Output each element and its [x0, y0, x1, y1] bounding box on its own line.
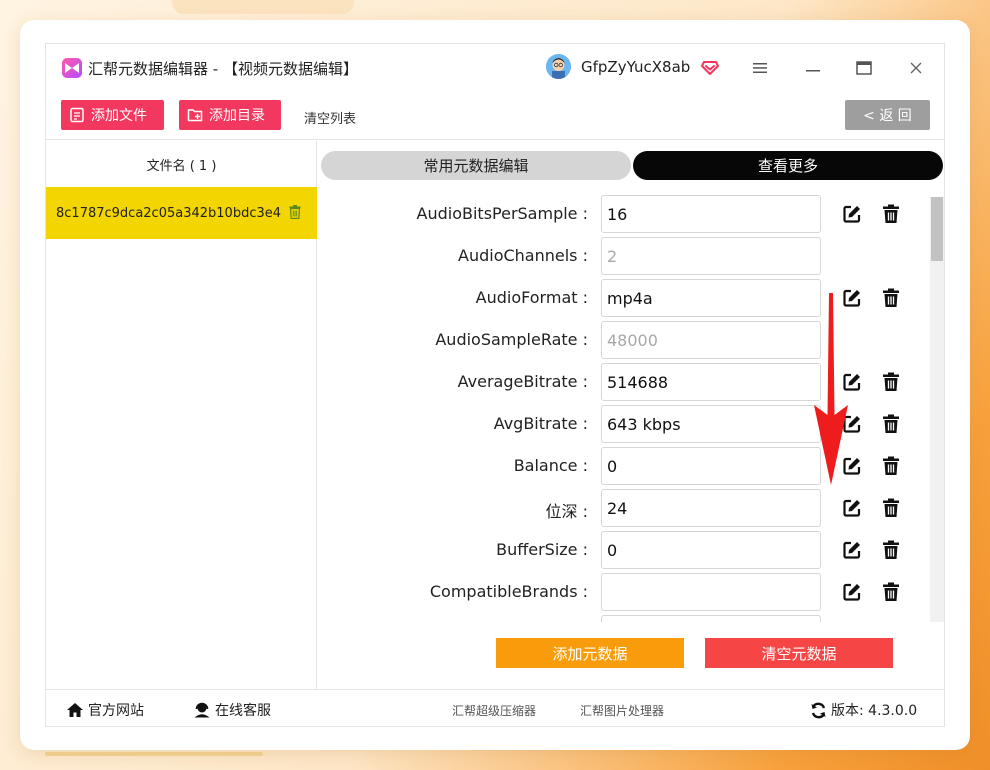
delete-icon[interactable]: [882, 204, 900, 224]
metadata-value-input-partial[interactable]: [601, 615, 821, 622]
home-icon: [67, 703, 83, 717]
metadata-label: CompatibleBrands :: [429, 582, 588, 601]
background-accent: [45, 752, 263, 756]
clear-metadata-button[interactable]: 清空元数据: [705, 638, 893, 668]
toolbar: 添加文件 添加目录 清空列表 < 返 回: [46, 90, 944, 140]
add-file-button[interactable]: 添加文件: [61, 100, 164, 130]
file-list-item[interactable]: 8c1787c9dca2c05a342b10bdc3e4: [46, 187, 317, 239]
delete-icon[interactable]: [882, 288, 900, 308]
vip-diamond-icon[interactable]: [700, 57, 720, 77]
metadata-value-input[interactable]: [601, 489, 821, 527]
metadata-label: AverageBitrate :: [457, 372, 588, 391]
scrollbar-thumb[interactable]: [931, 197, 943, 261]
edit-icon[interactable]: [842, 204, 862, 224]
metadata-value-input[interactable]: [601, 363, 821, 401]
maximize-icon[interactable]: [852, 56, 876, 80]
edit-icon[interactable]: [842, 582, 862, 602]
metadata-value-input[interactable]: [601, 405, 821, 443]
add-file-icon: [70, 107, 84, 123]
metadata-label: AudioBitsPerSample :: [416, 204, 588, 223]
metadata-label: BufferSize :: [496, 540, 588, 559]
metadata-value-input[interactable]: [601, 279, 821, 317]
refresh-icon: [811, 702, 826, 718]
user-avatar[interactable]: [546, 54, 571, 79]
metadata-scrollbar[interactable]: [930, 197, 944, 622]
support-agent-icon: [194, 702, 210, 718]
image-tool-link[interactable]: 汇帮图片处理器: [580, 702, 664, 719]
metadata-label: AudioChannels :: [458, 246, 588, 265]
annotation-arrow-icon: [814, 293, 848, 485]
back-button[interactable]: < 返 回: [845, 100, 930, 130]
delete-file-icon[interactable]: [289, 205, 301, 219]
metadata-row: CompatibleBrands :: [318, 572, 928, 612]
metadata-label: 位深 :: [545, 502, 588, 521]
file-name: 8c1787c9dca2c05a342b10bdc3e4: [56, 205, 282, 221]
metadata-label: AvgBitrate :: [493, 414, 588, 433]
close-icon[interactable]: [904, 56, 928, 80]
metadata-row: BufferSize :: [318, 530, 928, 570]
add-folder-label: 添加目录: [209, 108, 265, 124]
metadata-row: AudioChannels :: [318, 236, 928, 276]
metadata-value-input[interactable]: [601, 195, 821, 233]
online-support-label: 在线客服: [215, 703, 271, 719]
compressor-link[interactable]: 汇帮超级压缩器: [452, 702, 536, 719]
metadata-value-input: [601, 237, 821, 275]
app-window: 汇帮元数据编辑器 - 【视频元数据编辑】 GfpZyYucX8ab 添加文件 添…: [45, 43, 945, 727]
metadata-row-partial: [318, 614, 928, 622]
add-folder-button[interactable]: 添加目录: [179, 100, 281, 130]
delete-icon[interactable]: [882, 540, 900, 560]
tab-view-more[interactable]: 查看更多: [633, 151, 943, 180]
add-folder-icon: [187, 109, 203, 122]
metadata-label: AudioSampleRate :: [435, 330, 588, 349]
delete-icon[interactable]: [882, 372, 900, 392]
metadata-row: 位深 :: [318, 488, 928, 528]
tab-common-metadata[interactable]: 常用元数据编辑: [321, 151, 631, 180]
metadata-value-input[interactable]: [601, 573, 821, 611]
online-support-link[interactable]: 在线客服: [193, 700, 271, 720]
metadata-value-input[interactable]: [601, 447, 821, 485]
file-list-header: 文件名 ( 1 ): [146, 158, 217, 174]
background-tab: [172, 0, 354, 14]
app-logo-icon: [62, 58, 82, 78]
menu-icon[interactable]: [748, 56, 772, 80]
footer-bar: 官方网站 在线客服 汇帮超级压缩器 汇帮图片处理器 版本: 4.3.0.0: [46, 689, 944, 727]
clear-list-button[interactable]: 清空列表: [304, 108, 356, 127]
file-list-panel: 文件名 ( 1 ) 8c1787c9dca2c05a342b10bdc3e4: [46, 141, 317, 689]
metadata-value-input[interactable]: [601, 531, 821, 569]
username[interactable]: GfpZyYucX8ab: [581, 58, 690, 76]
metadata-label: Balance :: [513, 456, 588, 475]
metadata-label: AudioFormat :: [475, 288, 588, 307]
delete-icon[interactable]: [882, 498, 900, 518]
add-file-label: 添加文件: [91, 108, 147, 124]
minimize-icon[interactable]: [801, 56, 825, 80]
app-title: 汇帮元数据编辑器 - 【视频元数据编辑】: [88, 60, 358, 78]
official-website-link[interactable]: 官方网站: [66, 700, 144, 720]
metadata-value-input: [601, 321, 821, 359]
add-metadata-button[interactable]: 添加元数据: [496, 638, 684, 668]
edit-icon[interactable]: [842, 540, 862, 560]
version-label: 版本: 4.3.0.0: [831, 703, 918, 719]
delete-icon[interactable]: [882, 414, 900, 434]
delete-icon[interactable]: [882, 456, 900, 476]
title-bar: 汇帮元数据编辑器 - 【视频元数据编辑】 GfpZyYucX8ab: [46, 44, 944, 90]
version-info[interactable]: 版本: 4.3.0.0: [810, 700, 917, 720]
edit-icon[interactable]: [842, 498, 862, 518]
delete-icon[interactable]: [882, 582, 900, 602]
official-website-label: 官方网站: [88, 703, 144, 719]
metadata-row: AudioBitsPerSample :: [318, 194, 928, 234]
